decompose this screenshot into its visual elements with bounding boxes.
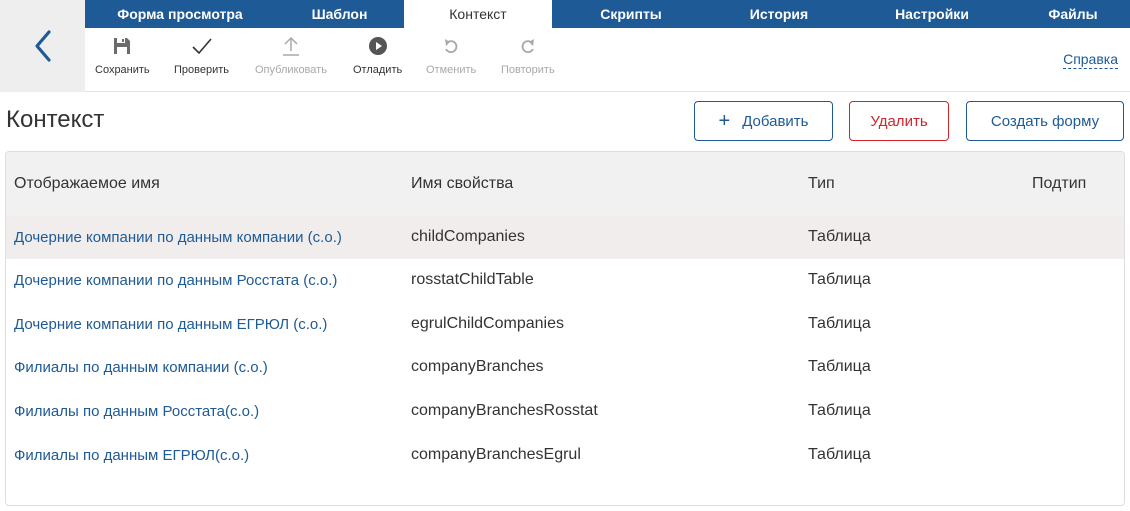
help-link[interactable]: Справка (1063, 51, 1118, 69)
property-name-cell: egrulChildCompanies (411, 315, 564, 332)
property-name-cell: companyBranchesRosstat (411, 402, 598, 419)
back-button[interactable] (0, 0, 85, 92)
check-button[interactable]: Проверить (174, 34, 229, 76)
publish-button[interactable]: Опубликовать (255, 34, 327, 76)
redo-label: Повторить (501, 64, 555, 76)
debug-label: Отладить (353, 64, 403, 76)
redo-icon (520, 34, 536, 58)
display-name-link[interactable]: Филиалы по данным Росстата(с.о.) (14, 403, 259, 420)
save-label: Сохранить (95, 64, 150, 76)
property-name-cell: companyBranches (411, 358, 544, 375)
table-row[interactable]: Дочерние компании по данным компании (с.… (6, 216, 1124, 259)
context-table: Отображаемое имя Имя свойства Тип Подтип… (5, 151, 1125, 506)
column-header-property-name[interactable]: Имя свойства (411, 175, 513, 193)
type-cell: Таблица (808, 228, 871, 245)
property-name-cell: childCompanies (411, 228, 525, 245)
create-form-button[interactable]: Создать форму (966, 101, 1124, 141)
upload-icon (281, 34, 301, 58)
property-name-cell: companyBranchesEgrul (411, 446, 581, 463)
add-button-label: Добавить (742, 112, 809, 130)
save-button[interactable]: Сохранить (95, 34, 150, 76)
undo-label: Отменить (426, 64, 477, 76)
type-cell: Таблица (808, 271, 871, 288)
debug-button[interactable]: Отладить (353, 34, 402, 76)
display-name-link[interactable]: Дочерние компании по данным ЕГРЮЛ (с.о.) (14, 316, 327, 333)
table-row[interactable]: Филиалы по данным ЕГРЮЛ(с.о.) companyBra… (6, 434, 1124, 477)
type-cell: Таблица (808, 402, 871, 419)
display-name-link[interactable]: Дочерние компании по данным Росстата (с.… (14, 272, 337, 289)
display-name-link[interactable]: Филиалы по данным ЕГРЮЛ(с.о.) (14, 447, 249, 464)
table-row[interactable]: Филиалы по данным Росстата(с.о.) company… (6, 390, 1124, 433)
tab-history[interactable]: История (710, 0, 848, 28)
floppy-disk-icon (112, 34, 132, 58)
type-cell: Таблица (808, 358, 871, 375)
tab-bar: Форма просмотра Шаблон Контекст Скрипты … (85, 0, 1130, 28)
page-title: Контекст (6, 106, 105, 133)
column-header-type[interactable]: Тип (808, 175, 835, 193)
delete-button[interactable]: Удалить (849, 101, 949, 141)
tab-context[interactable]: Контекст (404, 0, 552, 28)
display-name-link[interactable]: Филиалы по данным компании (с.о.) (14, 359, 268, 376)
check-label: Проверить (174, 64, 230, 76)
redo-button[interactable]: Повторить (501, 34, 555, 76)
publish-label: Опубликовать (255, 64, 327, 76)
table-row[interactable]: Дочерние компании по данным Росстата (с.… (6, 259, 1124, 302)
undo-button[interactable]: Отменить (426, 34, 476, 76)
add-button[interactable]: + Добавить (694, 101, 833, 141)
table-header: Отображаемое имя Имя свойства Тип Подтип (6, 152, 1124, 216)
chevron-left-icon (34, 30, 51, 62)
tab-scripts[interactable]: Скрипты (552, 0, 710, 28)
column-header-display-name[interactable]: Отображаемое имя (14, 175, 160, 193)
tab-files[interactable]: Файлы (1016, 0, 1130, 28)
table-row[interactable]: Дочерние компании по данным ЕГРЮЛ (с.о.)… (6, 303, 1124, 346)
tab-settings[interactable]: Настройки (848, 0, 1016, 28)
property-name-cell: rosstatChildTable (411, 271, 534, 288)
display-name-link[interactable]: Дочерние компании по данным компании (с.… (14, 229, 342, 246)
plus-icon: + (718, 110, 731, 132)
undo-icon (443, 34, 459, 58)
column-header-subtype[interactable]: Подтип (1032, 175, 1086, 193)
table-row[interactable]: Филиалы по данным компании (с.о.) compan… (6, 346, 1124, 389)
type-cell: Таблица (808, 315, 871, 332)
type-cell: Таблица (808, 446, 871, 463)
tab-view-form[interactable]: Форма просмотра (85, 0, 275, 28)
checkmark-icon (191, 34, 213, 58)
toolbar: Сохранить Проверить Опубликовать Отладит… (85, 28, 1130, 92)
tab-template[interactable]: Шаблон (275, 0, 404, 28)
play-circle-icon (368, 34, 388, 58)
